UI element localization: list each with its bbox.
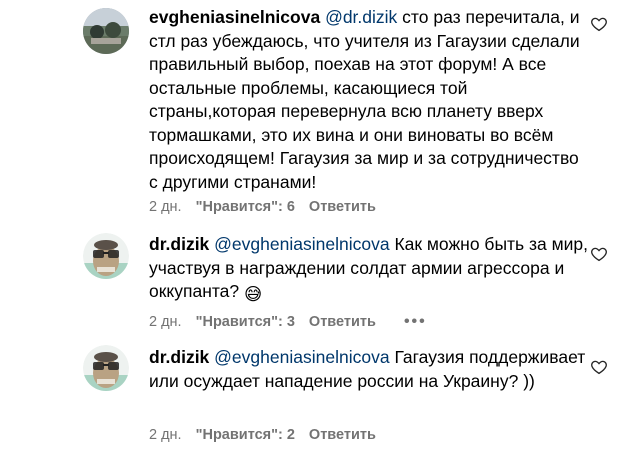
comment-2-likes[interactable]: "Нравится": 3: [196, 314, 295, 330]
comment-1-likes[interactable]: "Нравится": 6: [196, 199, 295, 215]
comment-1-username[interactable]: evgheniasinelnicova: [149, 7, 320, 27]
comment-1-mention[interactable]: @dr.dizik: [325, 7, 397, 27]
comment-1-text: evgheniasinelnicova @dr.dizik сто раз пе…: [149, 6, 589, 194]
comment-3-username[interactable]: dr.dizik: [149, 347, 209, 367]
avatar-evgheniasinelnicova[interactable]: [83, 8, 129, 54]
comment-3-likes[interactable]: "Нравится": 2: [196, 427, 295, 443]
heart-outline-icon[interactable]: [590, 15, 608, 33]
comment-1-body: сто раз перечитала, и стл раз убеждаюсь,…: [149, 7, 580, 192]
avatar-dr-dizik[interactable]: [83, 233, 129, 279]
comment-2-time: 2 дн.: [149, 314, 182, 330]
comment-2-text: dr.dizik @evgheniasinelnicova Как можно …: [149, 233, 589, 307]
heart-outline-icon[interactable]: [590, 245, 608, 263]
comment-3-time: 2 дн.: [149, 427, 182, 443]
comment-2-reply-button[interactable]: Ответить: [309, 314, 376, 330]
comment-2-mention[interactable]: @evgheniasinelnicova: [214, 234, 389, 254]
comment-3-reply-button[interactable]: Ответить: [309, 427, 376, 443]
comment-3-text: dr.dizik @evgheniasinelnicova Гагаузия п…: [149, 346, 589, 393]
more-options-icon[interactable]: •••: [404, 313, 427, 331]
comment-1-meta: 2 дн. "Нравится": 6 Ответить: [149, 199, 376, 215]
comment-3-mention[interactable]: @evgheniasinelnicova: [214, 347, 389, 367]
heart-outline-icon[interactable]: [590, 358, 608, 376]
comment-1-reply-button[interactable]: Ответить: [309, 199, 376, 215]
grinning-sweat-emoji: 😅: [244, 284, 263, 304]
comment-2-username[interactable]: dr.dizik: [149, 234, 209, 254]
avatar-dr-dizik[interactable]: [83, 345, 129, 391]
comment-2-meta: 2 дн. "Нравится": 3 Ответить •••: [149, 313, 427, 331]
comment-3-meta: 2 дн. "Нравится": 2 Ответить: [149, 427, 376, 443]
comment-1-time: 2 дн.: [149, 199, 182, 215]
